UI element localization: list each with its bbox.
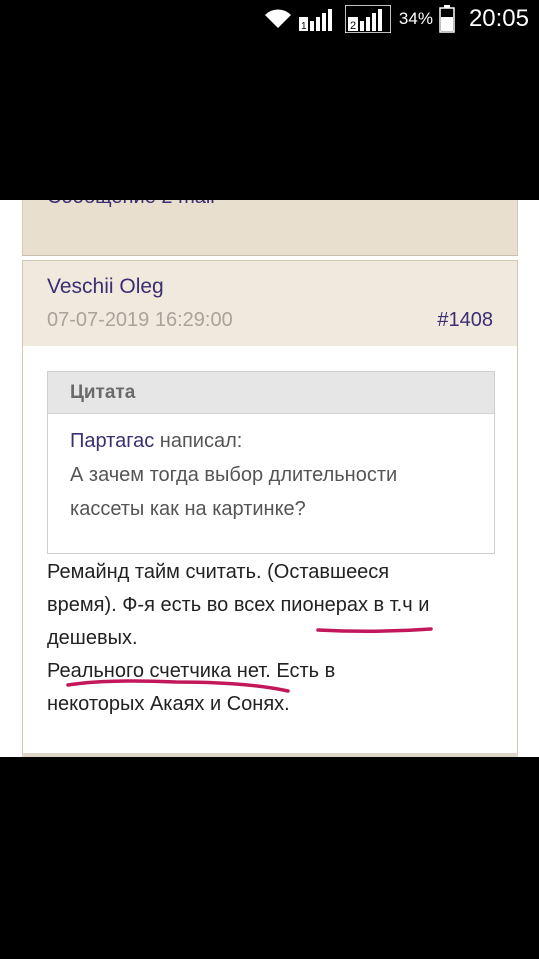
post-body-line: Реального счетчика нет. Есть в (47, 660, 336, 682)
forum-post: Veschii Oleg 07-07-2019 16:29:00 #1408 Ц… (22, 260, 518, 757)
post-body: Ремайнд тайм считать. (Оставшееся время)… (47, 556, 507, 721)
signal-sim1-icon: 1 (298, 7, 339, 31)
forum-content: Сообщение 2 mail Veschii Oleg 07-07-2019… (0, 200, 539, 757)
phone-screen: 1 2 34% 20:05 Veschii Oleg 07-07-2019 16… (0, 0, 539, 959)
svg-text:2: 2 (350, 20, 356, 32)
signal-sim2-icon: 2 (344, 5, 391, 33)
post-header: Veschii Oleg 07-07-2019 16:29:00 #1408 (23, 260, 517, 346)
quote-line: кассеты как на картинке? (70, 498, 306, 520)
post-body-line: время). Ф-я есть во всех пионерах в т.ч … (47, 594, 430, 616)
quote-wrote-label: написал: (154, 430, 243, 452)
quote-line: А зачем тогда выбор длительности (70, 464, 398, 486)
status-bar: 1 2 34% 20:05 (0, 0, 539, 38)
previous-post-text: Сообщение 2 mail (47, 200, 215, 209)
post-body-line: некоторых Акаях и Сонях. (47, 693, 290, 715)
quote-body: Партагас написал: А зачем тогда выбор дл… (48, 414, 494, 526)
post-date: 07-07-2019 16:29:00 (47, 309, 233, 331)
post-body-line: дешевых. (47, 627, 138, 649)
post-divider (22, 753, 518, 757)
previous-post: Сообщение 2 mail (22, 200, 518, 256)
quote-author-link[interactable]: Партагас (70, 430, 154, 452)
quote-header: Цитата (48, 372, 494, 414)
post-number-link[interactable]: #1408 (437, 309, 493, 332)
clock: 20:05 (468, 5, 529, 32)
svg-text:1: 1 (301, 21, 307, 31)
quote-block: Цитата Партагас написал: А зачем тогда в… (47, 371, 495, 554)
quote-attribution: Партагас написал: (70, 424, 472, 458)
post-body-line: Ремайнд тайм считать. (Оставшееся (47, 561, 390, 583)
battery-percent: 34% (398, 9, 433, 28)
post-author-link[interactable]: Veschii Oleg (47, 275, 164, 299)
battery-icon (439, 5, 455, 33)
wifi-icon (263, 8, 293, 30)
